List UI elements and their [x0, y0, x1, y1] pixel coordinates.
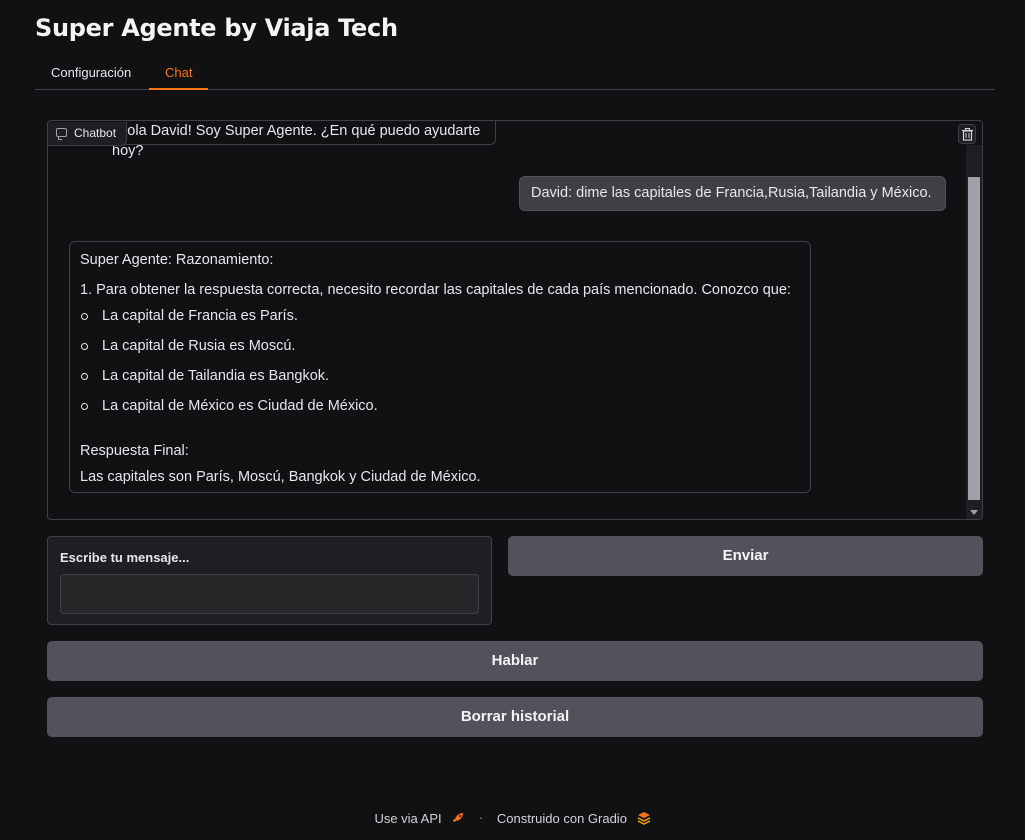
- final-answer: Las capitales son París, Moscú, Bangkok …: [80, 469, 481, 485]
- gradio-logo-icon: [637, 812, 650, 825]
- scroll-down-arrow-icon[interactable]: [970, 510, 978, 515]
- scrollbar-thumb[interactable]: [968, 177, 980, 500]
- gradio-link-label: Construido con Gradio: [496, 810, 627, 826]
- api-link[interactable]: Use via API: [374, 810, 465, 826]
- bot-message: Super Agente: Razonamiento: 1. Para obte…: [69, 241, 811, 493]
- talk-button[interactable]: Hablar: [47, 641, 983, 681]
- tab-chat[interactable]: Chat: [149, 58, 209, 90]
- bot-step: 1. Para obtener la respuesta correcta, n…: [80, 282, 791, 298]
- chat-scrollbar[interactable]: [966, 145, 982, 519]
- footer: Use via API · Construido con Gradio: [0, 809, 1025, 826]
- list-item: La capital de Tailandia es Bangkok.: [80, 366, 810, 396]
- bot-list: La capital de Francia es París. La capit…: [80, 306, 810, 426]
- message-input-block: Escribe tu mensaje...: [47, 536, 492, 625]
- tab-configuracion[interactable]: Configuración: [35, 58, 147, 90]
- list-item: La capital de Francia es París.: [80, 306, 810, 336]
- footer-separator: ·: [478, 810, 484, 826]
- message-input-label: Escribe tu mensaje...: [60, 550, 190, 565]
- clear-history-button[interactable]: Borrar historial: [47, 697, 983, 737]
- chatbot-label-text: Chatbot: [74, 126, 117, 140]
- trash-icon[interactable]: [958, 124, 976, 144]
- api-link-label: Use via API: [374, 810, 442, 826]
- chat-bubble-icon: [56, 128, 67, 140]
- rocket-icon: [453, 813, 464, 823]
- chatbot-panel[interactable]: Chatbot ¡Hola David! Soy Super Agente. ¿…: [47, 120, 983, 520]
- list-item: La capital de Rusia es Moscú.: [80, 336, 810, 366]
- user-message: David: dime las capitales de Francia,Rus…: [519, 176, 946, 211]
- app-title: Super Agente by Viaja Tech: [35, 14, 398, 42]
- tab-bar: Configuración Chat: [35, 58, 995, 90]
- gradio-link[interactable]: Construido con Gradio: [497, 810, 651, 826]
- send-button[interactable]: Enviar: [508, 536, 983, 576]
- message-input[interactable]: [60, 574, 479, 614]
- list-item: La capital de México es Ciudad de México…: [80, 396, 810, 426]
- final-label: Respuesta Final:: [80, 443, 189, 459]
- bot-heading: Super Agente: Razonamiento:: [80, 252, 274, 268]
- chatbot-label: Chatbot: [48, 122, 128, 146]
